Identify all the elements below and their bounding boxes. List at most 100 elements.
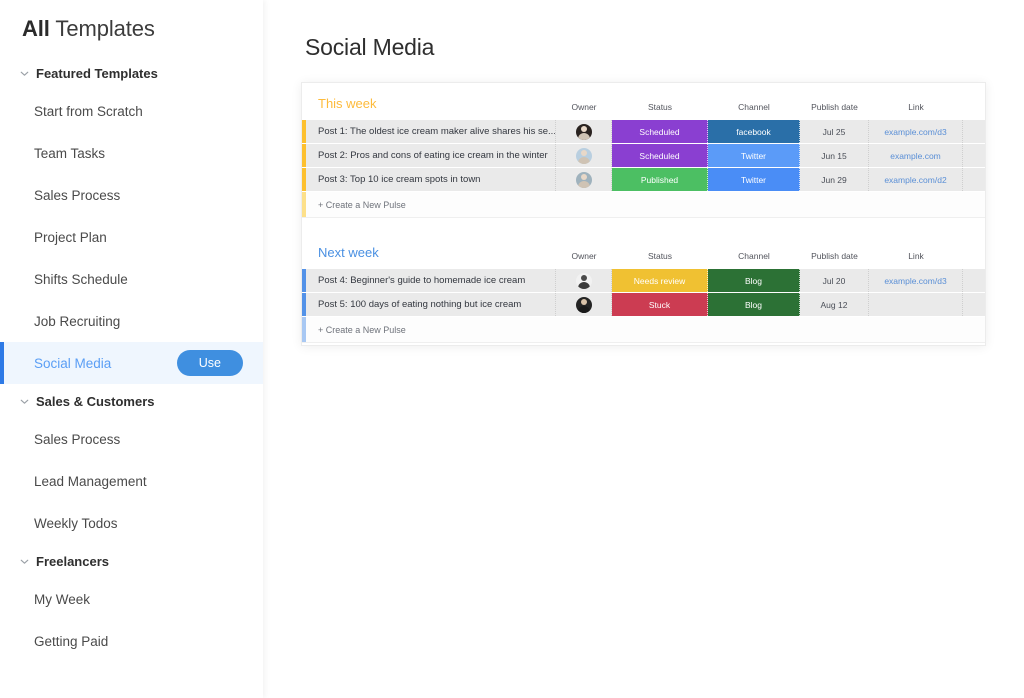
cell-publish-date[interactable]: Jun 29: [800, 168, 869, 191]
avatar[interactable]: [575, 171, 592, 188]
sidebar-item-weekly-todos[interactable]: Weekly Todos: [0, 502, 263, 544]
chevron-down-icon: [18, 67, 30, 79]
column-header-status[interactable]: Status: [612, 102, 708, 112]
cell-channel[interactable]: Blog: [708, 293, 800, 316]
cell-publish-date[interactable]: Aug 12: [800, 293, 869, 316]
create-new-pulse-row[interactable]: + Create a New Pulse: [302, 317, 985, 343]
cell-spacer: [963, 120, 985, 143]
table-row[interactable]: Post 2: Pros and cons of eating ice crea…: [302, 144, 985, 168]
column-header-publish-date[interactable]: Publish date: [800, 251, 869, 261]
create-new-pulse-label[interactable]: + Create a New Pulse: [306, 200, 406, 210]
cell-link[interactable]: example.com/d3: [869, 269, 963, 292]
chevron-down-icon: [18, 395, 30, 407]
create-new-pulse-label[interactable]: + Create a New Pulse: [306, 325, 406, 335]
board-group: This week Owner Status Channel Publish date L…: [302, 83, 985, 218]
sidebar-item-job-recruiting[interactable]: Job Recruiting: [0, 300, 263, 342]
cell-owner[interactable]: [556, 144, 612, 167]
sidebar-title-bold: All: [22, 16, 50, 41]
table-row[interactable]: Post 3: Top 10 ice cream spots in town Pu…: [302, 168, 985, 192]
cell-publish-date[interactable]: Jun 15: [800, 144, 869, 167]
status-badge[interactable]: Published: [612, 168, 708, 191]
main-content: Social Media This week Owner Status Channel…: [263, 0, 1024, 698]
cell-spacer: [963, 168, 985, 191]
status-badge[interactable]: Stuck: [612, 293, 708, 316]
sidebar-item-shifts-schedule[interactable]: Shifts Schedule: [0, 258, 263, 300]
cell-owner[interactable]: [556, 168, 612, 191]
sidebar-title-rest: Templates: [49, 16, 155, 41]
board-card: This week Owner Status Channel Publish date L…: [301, 82, 986, 346]
sidebar-group-featured-templates[interactable]: Featured Templates: [0, 56, 263, 90]
cell-name[interactable]: Post 1: The oldest ice cream maker alive…: [306, 120, 556, 143]
cell-name[interactable]: Post 3: Top 10 ice cream spots in town: [306, 168, 556, 191]
sidebar-item-lead-management[interactable]: Lead Management: [0, 460, 263, 502]
status-badge[interactable]: Needs review: [612, 269, 708, 292]
chevron-down-icon: [18, 555, 30, 567]
cell-name[interactable]: Post 2: Pros and cons of eating ice crea…: [306, 144, 556, 167]
avatar[interactable]: [575, 272, 592, 289]
sidebar-item-sales-process[interactable]: Sales Process: [0, 418, 263, 460]
column-header-publish-date[interactable]: Publish date: [800, 102, 869, 112]
column-header-owner[interactable]: Owner: [556, 251, 612, 261]
status-badge[interactable]: Scheduled: [612, 144, 708, 167]
sidebar-item-label: Getting Paid: [34, 633, 109, 649]
cell-link[interactable]: example.com/d2: [869, 168, 963, 191]
cell-channel[interactable]: Twitter: [708, 144, 800, 167]
cell-channel[interactable]: Blog: [708, 269, 800, 292]
column-header-link[interactable]: Link: [869, 102, 963, 112]
table-row[interactable]: Post 5: 100 days of eating nothing but i…: [302, 293, 985, 317]
sidebar-item-sales-process[interactable]: Sales Process: [0, 174, 263, 216]
status-badge[interactable]: Scheduled: [612, 120, 708, 143]
avatar[interactable]: [575, 296, 592, 313]
column-header-channel[interactable]: Channel: [708, 102, 800, 112]
cell-name[interactable]: Post 4: Beginner's guide to homemade ice…: [306, 269, 556, 292]
create-new-pulse-row[interactable]: + Create a New Pulse: [302, 192, 985, 218]
board-group: Next week Owner Status Channel Publish date L…: [302, 232, 985, 343]
board: This week Owner Status Channel Publish date L…: [302, 83, 985, 343]
sidebar-item-label: Team Tasks: [34, 145, 106, 161]
sidebar-item-label: Sales Process: [34, 431, 121, 447]
cell-link[interactable]: example.com: [869, 144, 963, 167]
column-header-status[interactable]: Status: [612, 251, 708, 261]
sidebar-group-sales-customers[interactable]: Sales & Customers: [0, 384, 263, 418]
sidebar-item-label: Shifts Schedule: [34, 271, 128, 287]
sidebar-item-social-media[interactable]: Social Media Use: [0, 342, 263, 384]
cell-spacer: [963, 269, 985, 292]
cell-owner[interactable]: [556, 293, 612, 316]
avatar[interactable]: [575, 147, 592, 164]
column-header-owner[interactable]: Owner: [556, 102, 612, 112]
cell-channel[interactable]: Twitter: [708, 168, 800, 191]
sidebar-item-team-tasks[interactable]: Team Tasks: [0, 132, 263, 174]
use-template-button[interactable]: Use: [176, 350, 243, 376]
sidebar-nav: Featured Templates Start from Scratch Team…: [0, 56, 263, 662]
cell-owner[interactable]: [556, 269, 612, 292]
sidebar-item-start-from-scratch[interactable]: Start from Scratch: [0, 90, 263, 132]
sidebar-group-label: Freelancers: [36, 553, 109, 569]
sidebar-item-label: Lead Management: [34, 473, 147, 489]
cell-owner[interactable]: [556, 120, 612, 143]
app-root: All Templates Featured Templates Start fr…: [0, 0, 1024, 698]
sidebar-item-project-plan[interactable]: Project Plan: [0, 216, 263, 258]
cell-channel[interactable]: facebook: [708, 120, 800, 143]
cell-publish-date[interactable]: Jul 25: [800, 120, 869, 143]
column-header-channel[interactable]: Channel: [708, 251, 800, 261]
sidebar-group-freelancers[interactable]: Freelancers: [0, 544, 263, 578]
cell-publish-date[interactable]: Jul 20: [800, 269, 869, 292]
sidebar-item-getting-paid[interactable]: Getting Paid: [0, 620, 263, 662]
sidebar-item-label: My Week: [34, 591, 91, 607]
table-row[interactable]: Post 4: Beginner's guide to homemade ice…: [302, 269, 985, 293]
cell-link[interactable]: [869, 293, 963, 316]
table-row[interactable]: Post 1: The oldest ice cream maker alive…: [302, 120, 985, 144]
cell-link[interactable]: example.com/d3: [869, 120, 963, 143]
cell-name[interactable]: Post 5: 100 days of eating nothing but i…: [306, 293, 556, 316]
sidebar-item-my-week[interactable]: My Week: [0, 578, 263, 620]
sidebar-item-label: Start from Scratch: [34, 103, 143, 119]
board-column-headers: Owner Status Channel Publish date Link: [302, 243, 985, 269]
sidebar: All Templates Featured Templates Start fr…: [0, 0, 263, 698]
column-header-link[interactable]: Link: [869, 251, 963, 261]
sidebar-item-label: Sales Process: [34, 187, 121, 203]
sidebar-item-label: Project Plan: [34, 229, 107, 245]
sidebar-group-label: Featured Templates: [36, 65, 158, 81]
cell-spacer: [963, 293, 985, 316]
board-column-headers: Owner Status Channel Publish date Link: [302, 94, 985, 120]
avatar[interactable]: [575, 123, 592, 140]
